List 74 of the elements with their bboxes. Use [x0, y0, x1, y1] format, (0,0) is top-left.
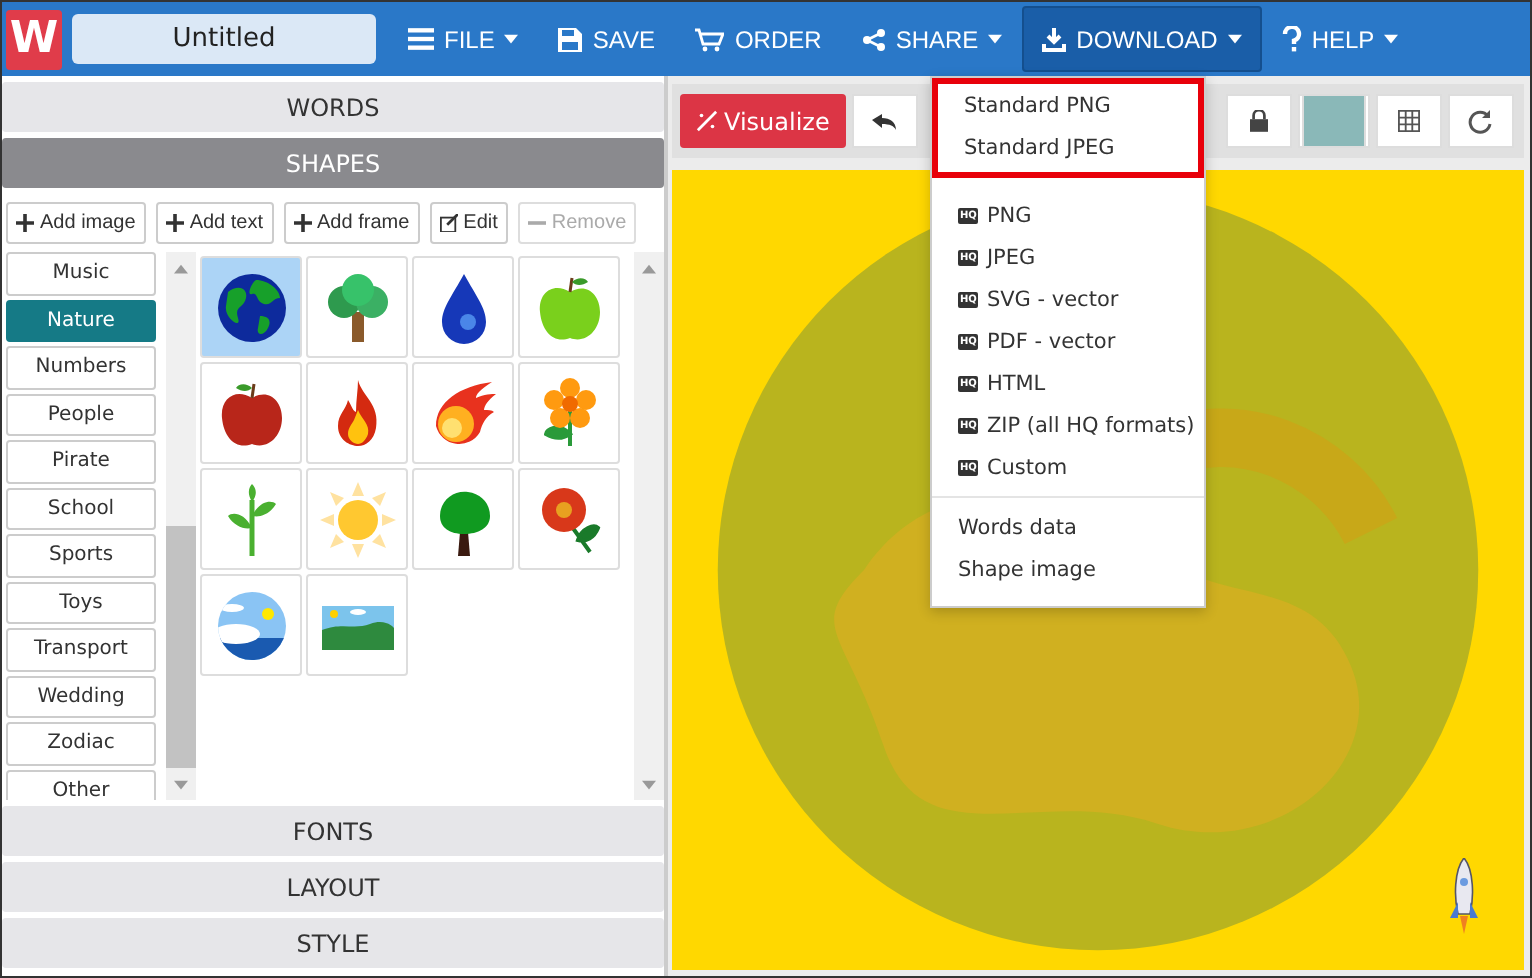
- scroll-down-arrow-icon: [642, 779, 656, 789]
- undo-arrow-icon: [872, 113, 897, 129]
- download-menu-item[interactable]: Standard PNG: [938, 84, 1198, 126]
- category-item[interactable]: Toys: [6, 581, 156, 624]
- shape-action-button[interactable]: Add text: [155, 202, 274, 244]
- grid-icon: [1397, 110, 1420, 132]
- shape-tile[interactable]: [518, 468, 620, 570]
- category-item[interactable]: Other: [6, 769, 156, 800]
- plus-icon: [16, 214, 34, 232]
- category-item[interactable]: Sports: [6, 534, 156, 577]
- category-item[interactable]: Wedding: [6, 675, 156, 718]
- shape-tile[interactable]: [306, 468, 408, 570]
- shape-tile[interactable]: [412, 468, 514, 570]
- color-swatch-button[interactable]: [1297, 94, 1370, 148]
- shape-action-button[interactable]: Add frame: [283, 202, 420, 244]
- lock-button[interactable]: [1225, 94, 1292, 148]
- shape-scrollbar[interactable]: [634, 252, 664, 800]
- rocket-icon: [1448, 858, 1480, 938]
- shape-tile[interactable]: [200, 256, 302, 358]
- question-mark-icon: [1281, 26, 1302, 52]
- app-logo[interactable]: W: [6, 9, 62, 69]
- download-menu-item[interactable]: Standard JPEG: [938, 126, 1198, 168]
- category-item[interactable]: Music: [6, 252, 156, 295]
- accordion-header[interactable]: LAYOUT: [2, 862, 664, 912]
- shape-tile[interactable]: [518, 362, 620, 464]
- category-scrollbar[interactable]: [166, 252, 196, 800]
- shape-tile[interactable]: [306, 256, 408, 358]
- download-menu-item[interactable]: Shape image: [932, 548, 1204, 590]
- accordion-header[interactable]: FONTS: [2, 806, 664, 856]
- accordion-header[interactable]: WORDS: [2, 82, 664, 132]
- shape-tile[interactable]: [306, 362, 408, 464]
- plus-icon: [165, 214, 184, 232]
- shape-action-button[interactable]: Add image: [6, 202, 146, 244]
- download-menu-item[interactable]: Words data: [932, 506, 1204, 548]
- menu-button[interactable]: SAVE: [538, 6, 675, 72]
- menu-button[interactable]: DOWNLOAD: [1022, 6, 1262, 72]
- title-field[interactable]: Untitled: [72, 14, 376, 64]
- menu-button[interactable]: SHARE: [841, 6, 1023, 72]
- scroll-down-arrow-icon: [174, 779, 188, 789]
- category-item[interactable]: Transport: [6, 628, 156, 671]
- share-icon: [861, 27, 886, 51]
- category-item[interactable]: People: [6, 393, 156, 436]
- edit-icon: [439, 214, 458, 232]
- lock-icon: [1249, 110, 1268, 132]
- sun-icon: [317, 479, 397, 559]
- shape-tile[interactable]: [200, 468, 302, 570]
- menu-icon: [408, 26, 434, 52]
- shape-tile[interactable]: [306, 574, 408, 676]
- menu-button[interactable]: HELP: [1261, 6, 1419, 72]
- magic-wand-icon: [696, 110, 718, 132]
- menu-button[interactable]: ORDER: [674, 6, 842, 72]
- refresh-icon: [1468, 109, 1493, 133]
- category-item[interactable]: Numbers: [6, 346, 156, 389]
- category-item[interactable]: Zodiac: [6, 722, 156, 765]
- shape-tile[interactable]: [518, 256, 620, 358]
- undo-button[interactable]: [851, 94, 918, 148]
- category-item[interactable]: Pirate: [6, 440, 156, 483]
- visualize-button[interactable]: Visualize: [680, 94, 846, 148]
- grid-button[interactable]: [1375, 94, 1442, 148]
- menu-button[interactable]: FILE: [388, 6, 539, 72]
- refresh-button[interactable]: [1447, 94, 1514, 148]
- plus-icon: [293, 214, 312, 232]
- category-item[interactable]: School: [6, 487, 156, 530]
- accordion-header[interactable]: STYLE: [2, 918, 664, 968]
- shape-tile[interactable]: [412, 362, 514, 464]
- category-item[interactable]: Nature: [6, 299, 156, 342]
- scroll-up-arrow-icon: [642, 263, 656, 273]
- scroll-up-arrow-icon: [174, 263, 188, 273]
- shape-tile[interactable]: [200, 574, 302, 676]
- shape-tile[interactable]: [412, 256, 514, 358]
- shape-action-button[interactable]: Edit: [429, 202, 508, 244]
- shape-tile[interactable]: [200, 362, 302, 464]
- download-icon: [1042, 27, 1067, 51]
- cart-icon: [694, 27, 725, 51]
